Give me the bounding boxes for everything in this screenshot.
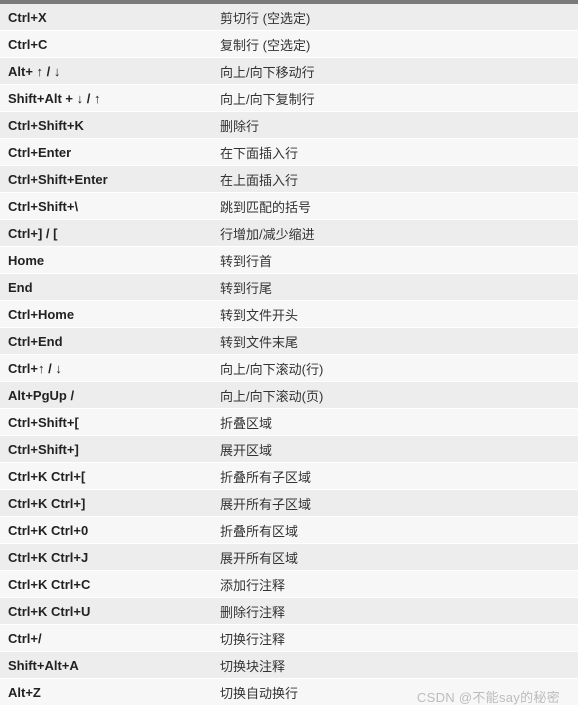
shortcut-description: 转到文件末尾 xyxy=(220,332,578,351)
shortcut-key: Ctrl+↑ / ↓ xyxy=(0,361,220,376)
shortcut-description: 向上/向下滚动(页) xyxy=(220,386,578,405)
shortcut-description: 切换行注释 xyxy=(220,629,578,648)
shortcut-description: 添加行注释 xyxy=(220,575,578,594)
shortcut-description: 转到文件开头 xyxy=(220,305,578,324)
shortcut-key: Ctrl+K Ctrl+[ xyxy=(0,469,220,484)
table-row: Ctrl+Shift+\跳到匹配的括号 xyxy=(0,193,578,220)
shortcut-description: 折叠区域 xyxy=(220,413,578,432)
shortcut-description: 展开所有子区域 xyxy=(220,494,578,513)
shortcut-key: Ctrl+Home xyxy=(0,307,220,322)
shortcut-key: Ctrl+K Ctrl+0 xyxy=(0,523,220,538)
table-row: Home转到行首 xyxy=(0,247,578,274)
table-row: End转到行尾 xyxy=(0,274,578,301)
table-row: Ctrl+Home转到文件开头 xyxy=(0,301,578,328)
shortcut-key: Home xyxy=(0,253,220,268)
table-row: Ctrl+Shift+]展开区域 xyxy=(0,436,578,463)
table-row: Ctrl+Shift+[折叠区域 xyxy=(0,409,578,436)
shortcut-description: 折叠所有区域 xyxy=(220,521,578,540)
table-row: Ctrl+End转到文件末尾 xyxy=(0,328,578,355)
table-row: Ctrl+Shift+K删除行 xyxy=(0,112,578,139)
shortcut-key: Ctrl+X xyxy=(0,10,220,25)
shortcut-key: Ctrl+Shift+[ xyxy=(0,415,220,430)
table-row: Ctrl+K Ctrl+0折叠所有区域 xyxy=(0,517,578,544)
shortcut-description: 剪切行 (空选定) xyxy=(220,8,578,27)
table-row: Shift+Alt+A切换块注释 xyxy=(0,652,578,679)
shortcut-description: 切换块注释 xyxy=(220,656,578,675)
shortcut-key: Ctrl+Shift+\ xyxy=(0,199,220,214)
shortcut-description: 转到行尾 xyxy=(220,278,578,297)
table-row: Ctrl+Shift+Enter在上面插入行 xyxy=(0,166,578,193)
shortcut-description: 展开所有区域 xyxy=(220,548,578,567)
table-row: Ctrl+K Ctrl+C添加行注释 xyxy=(0,571,578,598)
shortcut-description: 展开区域 xyxy=(220,440,578,459)
shortcut-key: Ctrl+End xyxy=(0,334,220,349)
shortcut-key: Alt+PgUp / xyxy=(0,388,220,403)
shortcut-description: 跳到匹配的括号 xyxy=(220,197,578,216)
shortcut-key: Ctrl+C xyxy=(0,37,220,52)
table-row: Ctrl+K Ctrl+[折叠所有子区域 xyxy=(0,463,578,490)
shortcuts-table: Ctrl+X剪切行 (空选定)Ctrl+C复制行 (空选定)Alt+ ↑ / ↓… xyxy=(0,0,578,706)
shortcut-description: 转到行首 xyxy=(220,251,578,270)
shortcut-key: Ctrl+Shift+Enter xyxy=(0,172,220,187)
shortcut-description: 折叠所有子区域 xyxy=(220,467,578,486)
shortcut-description: 在下面插入行 xyxy=(220,143,578,162)
shortcut-description: 切换自动换行 xyxy=(220,683,578,702)
shortcut-description: 向上/向下滚动(行) xyxy=(220,359,578,378)
shortcut-key: Ctrl+K Ctrl+C xyxy=(0,577,220,592)
shortcut-description: 在上面插入行 xyxy=(220,170,578,189)
shortcut-description: 删除行 xyxy=(220,116,578,135)
shortcut-key: End xyxy=(0,280,220,295)
table-row: Ctrl+X剪切行 (空选定) xyxy=(0,4,578,31)
shortcut-key: Ctrl+K Ctrl+J xyxy=(0,550,220,565)
table-row: Alt+ ↑ / ↓向上/向下移动行 xyxy=(0,58,578,85)
table-row: Shift+Alt + ↓ / ↑向上/向下复制行 xyxy=(0,85,578,112)
shortcut-key: Ctrl+] / [ xyxy=(0,226,220,241)
table-row: Ctrl+K Ctrl+]展开所有子区域 xyxy=(0,490,578,517)
shortcut-key: Alt+Z xyxy=(0,685,220,700)
shortcut-key: Ctrl+K Ctrl+] xyxy=(0,496,220,511)
shortcut-description: 复制行 (空选定) xyxy=(220,35,578,54)
table-row: Ctrl+↑ / ↓向上/向下滚动(行) xyxy=(0,355,578,382)
table-row: Alt+Z切换自动换行 xyxy=(0,679,578,706)
table-row: Ctrl+/切换行注释 xyxy=(0,625,578,652)
shortcut-description: 向上/向下复制行 xyxy=(220,89,578,108)
shortcut-key: Shift+Alt + ↓ / ↑ xyxy=(0,91,220,106)
shortcut-description: 行增加/减少缩进 xyxy=(220,224,578,243)
table-row: Ctrl+] / [行增加/减少缩进 xyxy=(0,220,578,247)
table-row: Ctrl+Enter在下面插入行 xyxy=(0,139,578,166)
shortcut-key: Shift+Alt+A xyxy=(0,658,220,673)
shortcut-key: Alt+ ↑ / ↓ xyxy=(0,64,220,79)
shortcut-key: Ctrl+K Ctrl+U xyxy=(0,604,220,619)
shortcut-key: Ctrl+Shift+K xyxy=(0,118,220,133)
shortcut-description: 向上/向下移动行 xyxy=(220,62,578,81)
table-row: Ctrl+K Ctrl+J展开所有区域 xyxy=(0,544,578,571)
shortcut-key: Ctrl+Enter xyxy=(0,145,220,160)
table-row: Alt+PgUp /向上/向下滚动(页) xyxy=(0,382,578,409)
table-row: Ctrl+K Ctrl+U删除行注释 xyxy=(0,598,578,625)
shortcut-key: Ctrl+/ xyxy=(0,631,220,646)
shortcut-description: 删除行注释 xyxy=(220,602,578,621)
table-row: Ctrl+C复制行 (空选定) xyxy=(0,31,578,58)
shortcut-key: Ctrl+Shift+] xyxy=(0,442,220,457)
